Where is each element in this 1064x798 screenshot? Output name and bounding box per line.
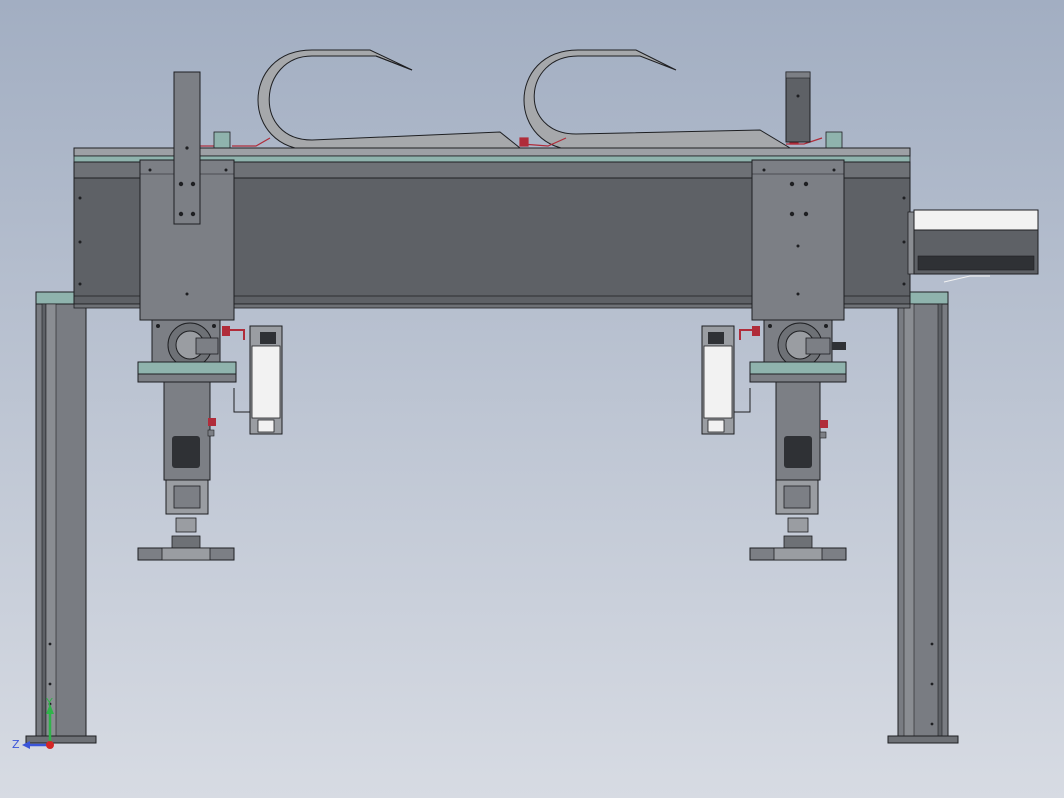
right-white-cylinder	[701, 325, 751, 435]
left-vertical-spindle	[163, 381, 216, 549]
right-cable-chain	[523, 49, 792, 151]
right-vertical-spindle	[775, 381, 828, 549]
rail-bracket-right	[825, 131, 843, 149]
right-suction-pad	[749, 547, 847, 561]
rail-bracket-left	[213, 131, 231, 149]
triad-origin	[46, 741, 54, 749]
cad-viewport[interactable]: Y Z	[0, 0, 1064, 798]
left-white-cylinder	[233, 325, 283, 435]
beam-servo-motor	[907, 209, 1039, 283]
right-support-column	[887, 291, 959, 744]
left-red-valve	[222, 326, 245, 340]
gantry-assembly-drawing: Y Z	[12, 49, 1039, 751]
left-z-axis-arm	[173, 71, 201, 225]
left-cable-chain	[257, 49, 522, 151]
right-mount-plate	[749, 361, 847, 375]
y-axis-label: Y	[45, 696, 53, 709]
right-carriage-plate	[751, 159, 845, 321]
right-z-axis-arm	[785, 71, 811, 143]
right-red-valve	[739, 326, 760, 340]
z-axis-label: Z	[12, 738, 20, 751]
left-mount-plate	[137, 361, 237, 375]
left-suction-pad	[137, 547, 235, 561]
left-support-column	[25, 291, 97, 744]
